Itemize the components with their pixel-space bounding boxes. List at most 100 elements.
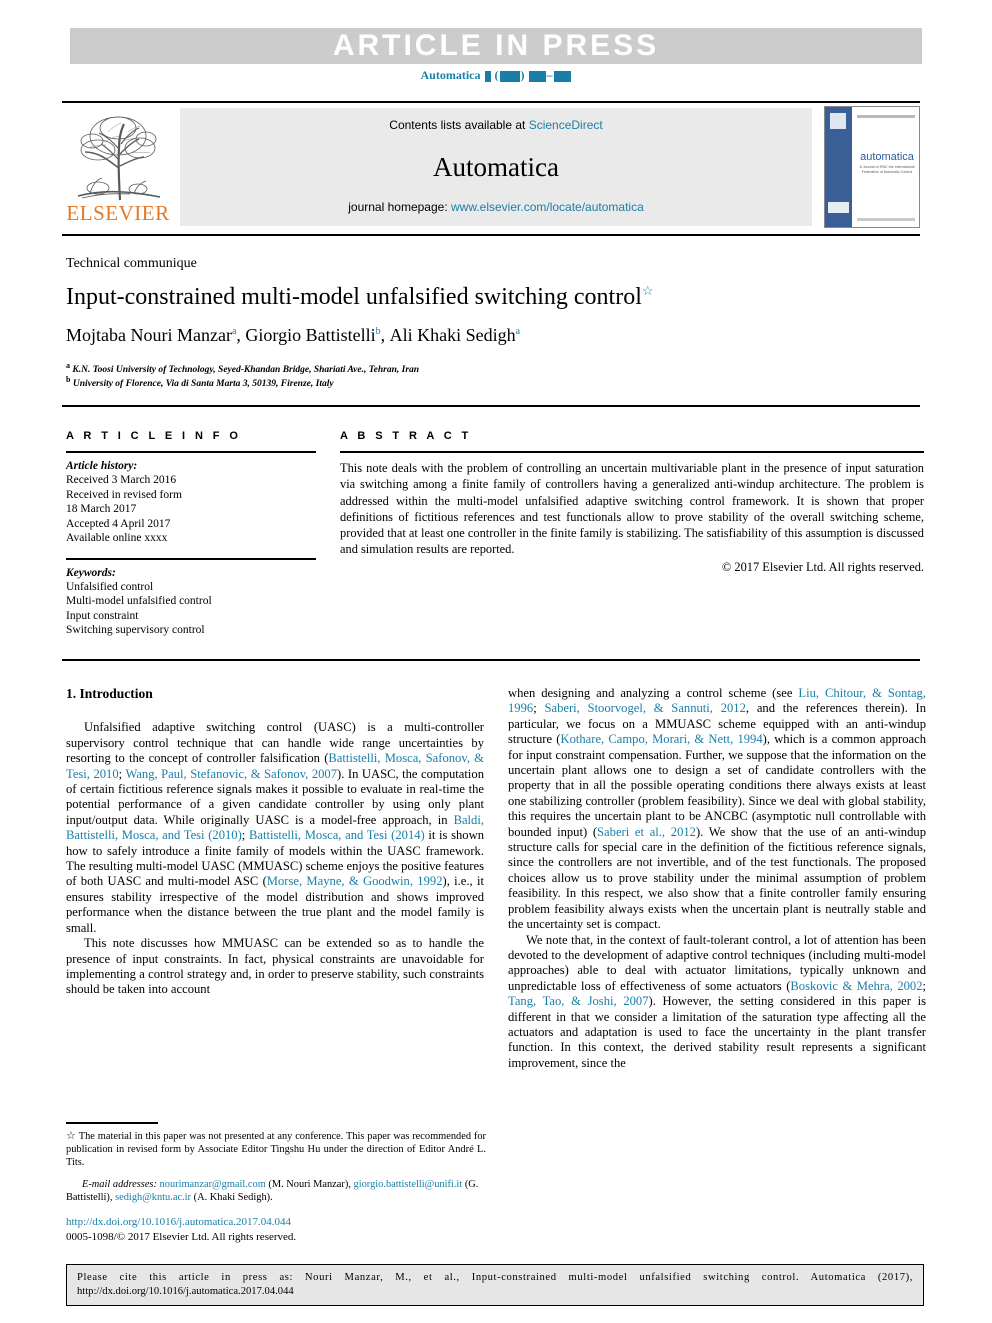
journal-homepage-line: journal homepage: www.elsevier.com/locat…: [180, 200, 812, 214]
journal-title: Automatica: [433, 152, 559, 182]
journal-ref-paren-close: ): [520, 68, 525, 82]
cover-top-rule: [857, 115, 915, 118]
article-history-item: Received 3 March 2016: [66, 474, 177, 486]
author-list: Mojtaba Nouri Manzar a, Giorgio Battistel…: [66, 325, 926, 346]
paragraph-text: ;: [922, 978, 927, 993]
journal-masthead: ELSEVIER Contents lists available at Sci…: [62, 106, 920, 228]
footnote-body: The material in this paper was not prese…: [66, 1131, 486, 1169]
contents-available-prefix: Contents lists available at: [389, 118, 529, 132]
author-affiliation-mark-3: a: [515, 326, 521, 337]
citation-link[interactable]: Battistelli, Mosca, and Tesi (2014): [249, 828, 425, 842]
author-sep-2: ,: [380, 325, 390, 345]
paragraph: Unfalsified adaptive switching control (…: [66, 720, 484, 936]
sciencedirect-link[interactable]: ScienceDirect: [529, 118, 603, 132]
email-link-3[interactable]: sedigh@kntu.ac.ir: [115, 1192, 191, 1203]
doi-link[interactable]: http://dx.doi.org/10.1016/j.automatica.2…: [66, 1216, 291, 1228]
section-heading-introduction: 1. Introduction: [66, 686, 153, 701]
article-type-label: Technical communique: [66, 256, 197, 271]
citation-link[interactable]: Boskovic & Mehra, 2002: [790, 979, 922, 993]
paragraph: when designing and analyzing a control s…: [508, 686, 926, 933]
paper-page: ARTICLE IN PRESS Automatica () – ELSEVIE…: [0, 0, 992, 1323]
info-block-bottom-rule: [62, 659, 920, 661]
page-title-text: Input-constrained multi-model unfalsifie…: [66, 284, 642, 310]
citation-notice-line-1: Please cite this article in press as: No…: [77, 1272, 913, 1283]
email-link-2[interactable]: giorgio.battistelli@unifi.it: [354, 1179, 463, 1190]
keywords-label: Keywords:: [66, 566, 116, 579]
article-history-item: Received in revised form: [66, 488, 182, 501]
footnote-star-marker: ☆: [66, 1130, 77, 1142]
elsevier-logo: ELSEVIER: [62, 106, 174, 228]
email-owner-1: (M. Nouri Manzar): [268, 1179, 349, 1190]
affiliation-a-mark: a: [66, 361, 70, 370]
affiliation-b-text: University of Florence, Via di Santa Mar…: [72, 379, 334, 390]
article-info-rule: [66, 451, 316, 453]
page-start-placeholder-block: [528, 70, 546, 82]
keyword-item: Unfalsified control: [66, 580, 154, 593]
abstract-body: This note deals with the problem of cont…: [340, 461, 924, 557]
elsevier-wordmark: ELSEVIER: [66, 201, 170, 225]
cover-top-emblem-icon: [830, 113, 846, 129]
paragraph-text: ), which is a common approach for input …: [508, 732, 926, 839]
journal-reference-name: Automatica: [420, 68, 481, 82]
keyword-item: Multi-model unfalsified control: [66, 595, 212, 607]
body-column-left: 1. Introduction Unfalsified adaptive swi…: [66, 686, 484, 998]
citation-notice-box: Please cite this article in press as: No…: [66, 1264, 924, 1306]
info-block-top-rule: [62, 405, 920, 407]
abstract-heading: A B S T R A C T: [340, 430, 472, 442]
author-name-1: Mojtaba Nouri Manzar: [66, 325, 232, 345]
journal-cover-thumbnail: automatica A Journal of IFAC the Interna…: [824, 106, 920, 228]
paragraph-text: ;: [241, 828, 249, 843]
affiliation-b: b University of Florence, Via di Santa M…: [66, 375, 926, 389]
paragraph: We note that, in the context of fault-to…: [508, 933, 926, 1072]
title-footnote-marker: ☆: [641, 283, 654, 298]
page-end-placeholder-block: [553, 70, 571, 82]
article-history-item: Available online xxxx: [66, 532, 168, 544]
citation-link[interactable]: Saberi et al., 2012: [597, 825, 696, 839]
journal-homepage-link[interactable]: www.elsevier.com/locate/automatica: [451, 200, 644, 214]
paragraph: This note discusses how MMUASC can be ex…: [66, 936, 484, 998]
abstract-copyright: © 2017 Elsevier Ltd. All rights reserved…: [721, 559, 924, 574]
masthead-top-rule: [62, 101, 920, 103]
paragraph-text: when designing and analyzing a control s…: [508, 686, 799, 700]
citation-link[interactable]: Kothare, Campo, Morari, & Nett, 1994: [560, 732, 762, 746]
affiliation-b-mark: b: [66, 375, 71, 384]
article-in-press-label: ARTICLE IN PRESS: [332, 29, 660, 62]
footnote-separator-rule: [66, 1122, 158, 1124]
keyword-item: Input constraint: [66, 609, 139, 622]
affiliation-a: a K.N. Toosi University of Technology, S…: [66, 361, 926, 375]
abstract-rule: [340, 451, 924, 453]
email-link-1[interactable]: nourimanzar@gmail.com: [160, 1179, 266, 1190]
author-name-2: Giorgio Battistelli: [245, 325, 376, 345]
journal-reference-line: Automatica () –: [0, 68, 992, 83]
sciencedirect-box: Contents lists available at ScienceDirec…: [180, 108, 812, 226]
article-history-label: Article history:: [66, 460, 138, 472]
issn-copyright-line: 0005-1098/© 2017 Elsevier Ltd. All right…: [66, 1231, 297, 1243]
homepage-prefix: journal homepage:: [348, 200, 451, 214]
paragraph-text: This note discusses how MMUASC can be ex…: [66, 936, 484, 997]
contents-available-line: Contents lists available at ScienceDirec…: [180, 118, 812, 132]
body-column-right: when designing and analyzing a control s…: [508, 686, 926, 1071]
cover-bottom-emblem-icon: [828, 202, 849, 213]
paragraph-text: ;: [533, 701, 545, 716]
citation-link[interactable]: Wang, Paul, Stefanovic, & Safonov, 2007: [125, 767, 337, 781]
page-title: Input-constrained multi-model unfalsifie…: [66, 283, 926, 311]
citation-link[interactable]: Saberi, Stoorvogel, & Sannuti, 2012: [544, 701, 745, 715]
citation-notice-line-2: http://dx.doi.org/10.1016/j.automatica.2…: [77, 1286, 294, 1297]
author-name-3: Ali Khaki Sedigh: [389, 325, 516, 345]
email-addresses-label: E-mail addresses:: [82, 1179, 157, 1190]
cover-journal-title: automatica: [860, 151, 914, 163]
page-dash: –: [546, 68, 553, 82]
citation-link[interactable]: Tang, Tao, & Joshi, 2007: [508, 994, 649, 1008]
cover-left-band: [825, 107, 852, 227]
footnote-text: ☆ The material in this paper was not pre…: [66, 1130, 486, 1170]
cover-bottom-rule: [857, 218, 915, 221]
keyword-item: Switching supervisory control: [66, 624, 205, 636]
volume-placeholder-block: [484, 70, 491, 82]
citation-link[interactable]: Morse, Mayne, & Goodwin, 1992: [267, 874, 443, 888]
article-info-column: A R T I C L E I N F O Article history: R…: [66, 430, 316, 638]
article-history-item: Accepted 4 April 2017: [66, 517, 171, 530]
elsevier-tree-icon: [77, 116, 161, 201]
paragraph-text: ). We show that the use of an anti-windu…: [508, 824, 926, 932]
cover-journal-subtitle: A Journal of IFAC the International Fede…: [859, 165, 915, 174]
article-info-heading: A R T I C L E I N F O: [66, 430, 242, 442]
